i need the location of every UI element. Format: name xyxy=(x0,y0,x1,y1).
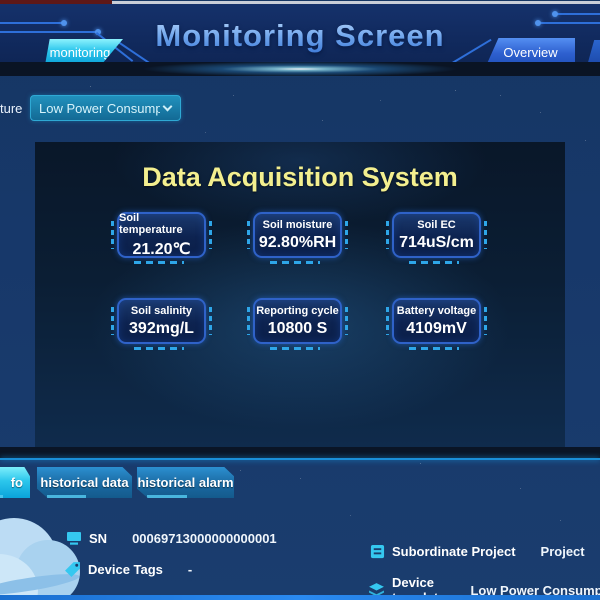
star-specks-decoration xyxy=(0,0,1,1)
card-frame-decoration xyxy=(134,261,184,264)
circuit-line xyxy=(556,13,600,15)
metric-card-soil-moisture: Soil moisture 92.80%RH xyxy=(247,212,348,264)
tab-basic-info-label: fo xyxy=(10,475,23,490)
metric-card-battery-voltage: Battery voltage 4109mV xyxy=(386,298,487,350)
light-flare-decoration xyxy=(50,58,550,78)
tab-historical-alarm-label: historical alarm xyxy=(137,475,234,490)
card-frame-decoration xyxy=(270,261,320,264)
subordinate-project-row: Subordinate Project Project xyxy=(370,544,585,559)
card-frame-decoration xyxy=(270,347,320,350)
card-frame-decoration xyxy=(409,347,459,350)
device-image xyxy=(0,506,92,600)
circuit-dot xyxy=(552,11,558,17)
header: Monitoring Screen monitoring Overview xyxy=(0,4,600,66)
cropped-left-label: ture xyxy=(0,101,23,116)
separator-band xyxy=(0,447,600,460)
subordinate-project-value: Project xyxy=(540,544,585,559)
metric-label: Soil moisture xyxy=(262,218,333,231)
tab-historical-data-label: historical data xyxy=(40,475,129,490)
metric-label: Soil EC xyxy=(417,218,456,231)
device-tags-label: Device Tags xyxy=(88,562,163,577)
metric-value: 10800 S xyxy=(267,319,328,337)
card-frame-decoration xyxy=(134,347,184,350)
device-info-panel: SN 00069713000000000001 Device Tags - Su… xyxy=(0,500,600,600)
metric-card-soil-ec: Soil EC 714uS/cm xyxy=(386,212,487,264)
metric-label: Reporting cycle xyxy=(256,304,339,317)
metric-value: 92.80%RH xyxy=(258,233,337,251)
metric-card-soil-salinity: Soil salinity 392mg/L xyxy=(111,298,212,350)
device-tags-value: - xyxy=(187,562,193,577)
card-frame-decoration xyxy=(409,261,459,264)
separator-glow-line xyxy=(0,458,600,460)
tab-historical-alarm[interactable]: historical alarm xyxy=(137,467,234,498)
tag-icon xyxy=(65,562,80,577)
device-template-dropdown[interactable]: Low Power Consumption xyxy=(30,95,181,121)
dropdown-value: Low Power Consumption xyxy=(39,100,160,116)
metric-card-soil-temperature: Soil temperature 21.20℃ xyxy=(111,211,212,264)
metric-value: 21.20℃ xyxy=(132,240,191,258)
metric-value: 714uS/cm xyxy=(399,233,474,251)
metric-label: Soil temperature xyxy=(119,211,183,236)
data-acquisition-panel: Data Acquisition System Soil temperature… xyxy=(35,142,565,447)
monitoring-screen-page: Monitoring Screen monitoring Overview tu… xyxy=(0,0,600,600)
device-tags-row: Device Tags - xyxy=(64,561,192,578)
metric-value: 4109mV xyxy=(406,319,467,337)
metric-card-reporting-cycle: Reporting cycle 10800 S xyxy=(247,298,348,350)
subordinate-project-label: Subordinate Project xyxy=(392,544,516,559)
document-icon xyxy=(370,544,385,559)
metric-label: Battery voltage xyxy=(396,304,477,317)
metric-label: Soil salinity xyxy=(130,304,193,317)
tab-basic-info[interactable]: fo xyxy=(0,467,30,498)
sn-value: 00069713000000000001 xyxy=(132,530,277,546)
panel-title: Data Acquisition System xyxy=(142,162,458,192)
sn-row: SN 00069713000000000001 xyxy=(66,530,277,546)
tab-historical-data[interactable]: historical data xyxy=(37,467,132,498)
monitor-icon xyxy=(67,532,81,545)
bottom-accent-strip xyxy=(0,595,600,600)
header-bottom-band xyxy=(0,58,600,78)
sn-label: SN xyxy=(89,530,108,546)
metric-value: 392mg/L xyxy=(129,319,194,337)
chevron-down-icon xyxy=(162,101,173,111)
